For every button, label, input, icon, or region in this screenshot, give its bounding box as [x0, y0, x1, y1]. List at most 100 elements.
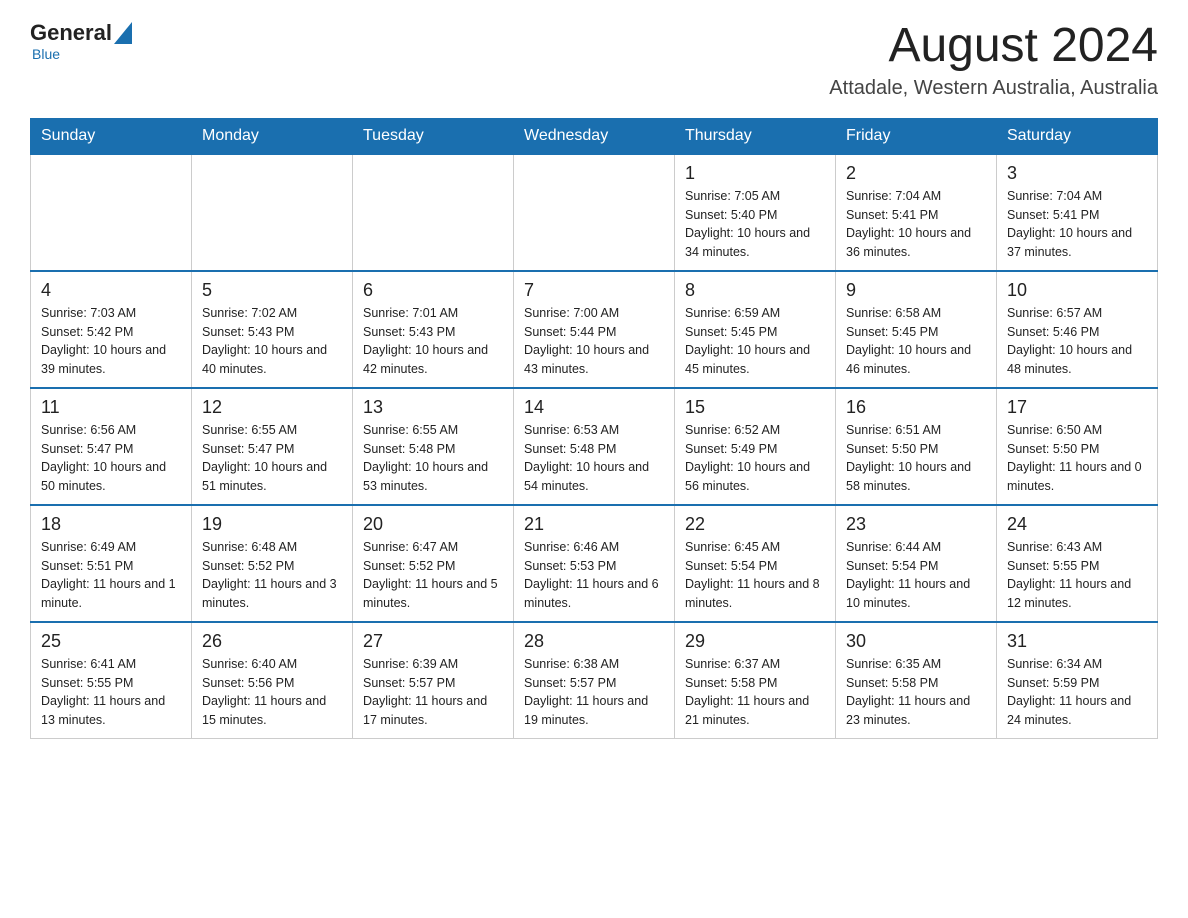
logo-blue: Blue [32, 46, 60, 62]
calendar-table: SundayMondayTuesdayWednesdayThursdayFrid… [30, 118, 1158, 739]
day-info: Sunrise: 6:57 AMSunset: 5:46 PMDaylight:… [1007, 304, 1147, 379]
calendar-cell: 3 Sunrise: 7:04 AMSunset: 5:41 PMDaylight… [997, 154, 1158, 271]
calendar-cell: 7Sunrise: 7:00 AMSunset: 5:44 PMDaylight… [514, 271, 675, 388]
page-header: General Blue August 2024 Attadale, Weste… [30, 20, 1158, 100]
calendar-cell: 2 Sunrise: 7:04 AMSunset: 5:41 PMDaylight… [836, 154, 997, 271]
day-number: 31 [1007, 631, 1147, 652]
weekday-header-sunday: Sunday [31, 118, 192, 154]
day-number: 16 [846, 397, 986, 418]
day-info: Sunrise: 6:58 AMSunset: 5:45 PMDaylight:… [846, 304, 986, 379]
day-info: Sunrise: 6:38 AMSunset: 5:57 PMDaylight:… [524, 655, 664, 730]
weekday-header-saturday: Saturday [997, 118, 1158, 154]
day-info: Sunrise: 6:40 AMSunset: 5:56 PMDaylight:… [202, 655, 342, 730]
day-info: Sunrise: 7:03 AMSunset: 5:42 PMDaylight:… [41, 304, 181, 379]
calendar-cell: 31 Sunrise: 6:34 AMSunset: 5:59 PMDayligh… [997, 622, 1158, 739]
day-number: 13 [363, 397, 503, 418]
day-number: 2 [846, 163, 986, 184]
day-number: 10 [1007, 280, 1147, 301]
weekday-header-thursday: Thursday [675, 118, 836, 154]
day-number: 9 [846, 280, 986, 301]
day-info: Sunrise: 6:39 AMSunset: 5:57 PMDaylight:… [363, 655, 503, 730]
calendar-cell: 14Sunrise: 6:53 AMSunset: 5:48 PMDayligh… [514, 388, 675, 505]
day-info: Sunrise: 7:05 AMSunset: 5:40 PMDaylight:… [685, 187, 825, 262]
calendar-cell: 23 Sunrise: 6:44 AMSunset: 5:54 PMDayligh… [836, 505, 997, 622]
day-number: 22 [685, 514, 825, 535]
calendar-cell [31, 154, 192, 271]
calendar-week-1: 1 Sunrise: 7:05 AMSunset: 5:40 PMDaylight… [31, 154, 1158, 271]
calendar-cell: 22Sunrise: 6:45 AMSunset: 5:54 PMDayligh… [675, 505, 836, 622]
calendar-cell: 1 Sunrise: 7:05 AMSunset: 5:40 PMDaylight… [675, 154, 836, 271]
day-number: 24 [1007, 514, 1147, 535]
calendar-cell: 6Sunrise: 7:01 AMSunset: 5:43 PMDaylight… [353, 271, 514, 388]
day-number: 17 [1007, 397, 1147, 418]
calendar-cell: 29Sunrise: 6:37 AMSunset: 5:58 PMDayligh… [675, 622, 836, 739]
calendar-cell: 16 Sunrise: 6:51 AMSunset: 5:50 PMDayligh… [836, 388, 997, 505]
calendar-cell: 24 Sunrise: 6:43 AMSunset: 5:55 PMDayligh… [997, 505, 1158, 622]
calendar-cell: 5Sunrise: 7:02 AMSunset: 5:43 PMDaylight… [192, 271, 353, 388]
day-info: Sunrise: 6:43 AMSunset: 5:55 PMDaylight:… [1007, 538, 1147, 613]
day-info: Sunrise: 6:48 AMSunset: 5:52 PMDaylight:… [202, 538, 342, 613]
calendar-cell: 8 Sunrise: 6:59 AMSunset: 5:45 PMDaylight… [675, 271, 836, 388]
calendar-cell: 30Sunrise: 6:35 AMSunset: 5:58 PMDayligh… [836, 622, 997, 739]
day-info: Sunrise: 6:55 AMSunset: 5:47 PMDaylight:… [202, 421, 342, 496]
month-title: August 2024 [829, 20, 1158, 73]
weekday-header-monday: Monday [192, 118, 353, 154]
day-info: Sunrise: 6:47 AMSunset: 5:52 PMDaylight:… [363, 538, 503, 613]
calendar-cell: 13 Sunrise: 6:55 AMSunset: 5:48 PMDayligh… [353, 388, 514, 505]
calendar-cell: 4 Sunrise: 7:03 AMSunset: 5:42 PMDaylight… [31, 271, 192, 388]
day-info: Sunrise: 7:04 AMSunset: 5:41 PMDaylight:… [1007, 187, 1147, 262]
calendar-cell: 12 Sunrise: 6:55 AMSunset: 5:47 PMDayligh… [192, 388, 353, 505]
calendar-cell [514, 154, 675, 271]
calendar-cell: 9 Sunrise: 6:58 AMSunset: 5:45 PMDaylight… [836, 271, 997, 388]
day-info: Sunrise: 7:04 AMSunset: 5:41 PMDaylight:… [846, 187, 986, 262]
day-info: Sunrise: 6:56 AMSunset: 5:47 PMDaylight:… [41, 421, 181, 496]
calendar-cell: 20Sunrise: 6:47 AMSunset: 5:52 PMDayligh… [353, 505, 514, 622]
day-number: 8 [685, 280, 825, 301]
day-info: Sunrise: 6:59 AMSunset: 5:45 PMDaylight:… [685, 304, 825, 379]
day-number: 26 [202, 631, 342, 652]
day-info: Sunrise: 6:51 AMSunset: 5:50 PMDaylight:… [846, 421, 986, 496]
day-number: 15 [685, 397, 825, 418]
day-info: Sunrise: 6:46 AMSunset: 5:53 PMDaylight:… [524, 538, 664, 613]
day-number: 5 [202, 280, 342, 301]
calendar-cell: 15 Sunrise: 6:52 AMSunset: 5:49 PMDayligh… [675, 388, 836, 505]
day-number: 11 [41, 397, 181, 418]
title-area: August 2024 Attadale, Western Australia,… [829, 20, 1158, 100]
calendar-cell: 28Sunrise: 6:38 AMSunset: 5:57 PMDayligh… [514, 622, 675, 739]
day-info: Sunrise: 7:01 AMSunset: 5:43 PMDaylight:… [363, 304, 503, 379]
calendar-cell [192, 154, 353, 271]
day-info: Sunrise: 6:34 AMSunset: 5:59 PMDaylight:… [1007, 655, 1147, 730]
weekday-header-row: SundayMondayTuesdayWednesdayThursdayFrid… [31, 118, 1158, 154]
day-number: 12 [202, 397, 342, 418]
calendar-cell: 17 Sunrise: 6:50 AMSunset: 5:50 PMDayligh… [997, 388, 1158, 505]
calendar-week-3: 11 Sunrise: 6:56 AMSunset: 5:47 PMDayligh… [31, 388, 1158, 505]
calendar-cell [353, 154, 514, 271]
day-number: 27 [363, 631, 503, 652]
calendar-cell: 10 Sunrise: 6:57 AMSunset: 5:46 PMDayligh… [997, 271, 1158, 388]
day-info: Sunrise: 6:37 AMSunset: 5:58 PMDaylight:… [685, 655, 825, 730]
logo-general: General [30, 20, 112, 46]
calendar-week-4: 18Sunrise: 6:49 AMSunset: 5:51 PMDayligh… [31, 505, 1158, 622]
weekday-header-tuesday: Tuesday [353, 118, 514, 154]
calendar-cell: 27 Sunrise: 6:39 AMSunset: 5:57 PMDayligh… [353, 622, 514, 739]
calendar-cell: 21 Sunrise: 6:46 AMSunset: 5:53 PMDayligh… [514, 505, 675, 622]
day-info: Sunrise: 7:00 AMSunset: 5:44 PMDaylight:… [524, 304, 664, 379]
day-number: 3 [1007, 163, 1147, 184]
day-info: Sunrise: 6:49 AMSunset: 5:51 PMDaylight:… [41, 538, 181, 613]
day-info: Sunrise: 6:50 AMSunset: 5:50 PMDaylight:… [1007, 421, 1147, 496]
logo-triangle-icon [114, 22, 132, 44]
day-info: Sunrise: 6:52 AMSunset: 5:49 PMDaylight:… [685, 421, 825, 496]
calendar-cell: 18Sunrise: 6:49 AMSunset: 5:51 PMDayligh… [31, 505, 192, 622]
calendar-cell: 19 Sunrise: 6:48 AMSunset: 5:52 PMDayligh… [192, 505, 353, 622]
day-number: 23 [846, 514, 986, 535]
day-number: 4 [41, 280, 181, 301]
day-number: 19 [202, 514, 342, 535]
calendar-cell: 11 Sunrise: 6:56 AMSunset: 5:47 PMDayligh… [31, 388, 192, 505]
day-info: Sunrise: 6:44 AMSunset: 5:54 PMDaylight:… [846, 538, 986, 613]
day-number: 25 [41, 631, 181, 652]
day-info: Sunrise: 6:55 AMSunset: 5:48 PMDaylight:… [363, 421, 503, 496]
day-number: 21 [524, 514, 664, 535]
logo: General Blue [30, 20, 132, 62]
day-info: Sunrise: 6:35 AMSunset: 5:58 PMDaylight:… [846, 655, 986, 730]
day-number: 1 [685, 163, 825, 184]
